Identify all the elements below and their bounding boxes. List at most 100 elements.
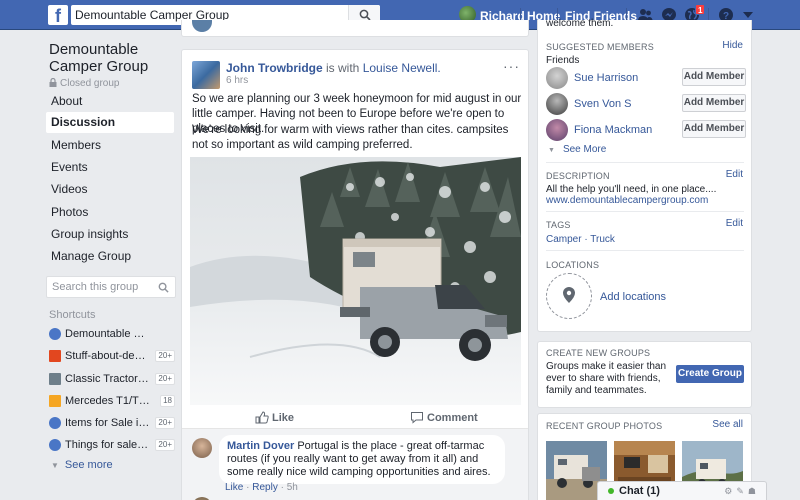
chat-label: Chat (1)	[619, 485, 660, 497]
create-groups-heading: CREATE NEW GROUPS	[546, 348, 651, 358]
people-icon[interactable]: ☗	[748, 486, 760, 496]
group-info-card: welcome them. SUGGESTED MEMBERS Hide Fri…	[537, 18, 752, 332]
map-pin-icon	[563, 287, 575, 303]
compose-icon[interactable]: ✎	[736, 486, 748, 496]
shortcuts-see-more-link[interactable]: ▼ See more	[51, 459, 113, 471]
comment-reply-link[interactable]: Reply	[252, 482, 278, 493]
create-group-card: CREATE NEW GROUPS Groups make it easier …	[537, 341, 752, 408]
unread-count-badge: 20+	[155, 439, 175, 451]
create-groups-text: Groups make it easier than ever to share…	[546, 361, 667, 396]
shortcut-label: Classic Tractors Fa...	[65, 373, 151, 385]
shortcuts-heading: Shortcuts	[49, 309, 96, 321]
feed-post: John Trowbridge is with Louise Newell. 6…	[181, 49, 529, 500]
commenter-avatar[interactable]	[192, 438, 212, 458]
nav-events[interactable]: Events	[46, 157, 174, 178]
shortcut-label: Items for Sale in N...	[65, 417, 151, 429]
trophy-icon	[49, 395, 61, 407]
nav-about[interactable]: About	[46, 91, 174, 112]
shortcut-label: Stuff-about-demo...	[65, 350, 151, 362]
group-tags[interactable]: Camper · Truck	[546, 234, 615, 245]
member-avatar[interactable]	[546, 93, 568, 115]
shortcut-item[interactable]: Things for sale in ... 20+	[49, 438, 175, 454]
group-website-link[interactable]: www.demountablecampergroup.com	[546, 195, 708, 206]
avatar	[192, 20, 212, 32]
chevron-down-icon: ▼	[548, 147, 555, 154]
facebook-logo[interactable]: f	[48, 5, 68, 25]
divider	[546, 162, 744, 163]
group-privacy-label: Closed group	[60, 78, 120, 89]
group-title[interactable]: Demountable Camper Group	[49, 41, 174, 75]
member-name-link[interactable]: Sue Harrison	[574, 72, 638, 84]
unread-count-badge: 18	[160, 395, 175, 407]
divider	[546, 250, 744, 251]
group-search-input[interactable]: Search this group	[46, 276, 176, 298]
description-heading: DESCRIPTION	[546, 171, 610, 181]
commenter-name-link[interactable]: Martin Dover	[227, 440, 294, 452]
nav-members[interactable]: Members	[46, 135, 174, 156]
notifications-count-badge: 1	[695, 4, 706, 15]
locations-heading: LOCATIONS	[546, 260, 600, 270]
suggested-member-row: Sven Von S Add Member	[546, 92, 746, 116]
comment-button[interactable]: Comment	[410, 411, 478, 424]
see-more-members-link[interactable]: ▼ See More	[548, 144, 606, 155]
comment-bubble: Martin Dover Portugal is the place - gre…	[219, 435, 505, 484]
nav-manage-group[interactable]: Manage Group	[46, 246, 174, 267]
group-icon	[49, 439, 61, 451]
friends-label: Friends	[546, 55, 580, 66]
author-avatar[interactable]	[192, 61, 220, 89]
gear-icon[interactable]: ⚙	[724, 486, 736, 496]
nav-photos[interactable]: Photos	[46, 202, 174, 223]
member-name-link[interactable]: Fiona Mackman	[574, 124, 652, 136]
member-avatar[interactable]	[546, 119, 568, 141]
shortcut-item[interactable]: Classic Tractors Fa... 20+	[49, 372, 175, 388]
comment-like-link[interactable]: Like	[225, 482, 243, 493]
lock-icon	[49, 77, 57, 87]
add-location-circle[interactable]	[546, 273, 592, 319]
create-group-button[interactable]: Create Group	[676, 365, 744, 383]
like-button[interactable]: Like	[255, 411, 294, 424]
search-icon	[158, 282, 169, 293]
comment-timestamp[interactable]: 5h	[287, 482, 298, 493]
like-label: Like	[272, 412, 295, 424]
shortcut-item[interactable]: Items for Sale in N... 20+	[49, 416, 175, 432]
group-photo-icon	[49, 373, 61, 385]
see-all-photos-link[interactable]: See all	[712, 419, 743, 430]
chat-bar[interactable]: Chat (1) ⚙✎☗	[597, 481, 767, 500]
add-member-button[interactable]: Add Member	[682, 120, 746, 138]
nav-group-insights[interactable]: Group insights	[46, 224, 174, 245]
post-options-button[interactable]: ···	[503, 58, 520, 74]
separator-dot: ·	[280, 482, 284, 493]
shortcut-item[interactable]: Stuff-about-demo... 20+	[49, 349, 175, 365]
add-member-button[interactable]: Add Member	[682, 68, 746, 86]
group-privacy: Closed group	[49, 77, 120, 89]
unread-count-badge: 20+	[155, 350, 175, 362]
nav-discussion[interactable]: Discussion	[46, 112, 174, 133]
post-photo[interactable]	[190, 157, 521, 405]
member-avatar[interactable]	[546, 67, 568, 89]
tagged-person-link[interactable]: Louise Newell.	[363, 61, 441, 75]
separator-dot: ·	[246, 482, 250, 493]
unread-count-badge: 20+	[155, 417, 175, 429]
with-text: is with	[326, 61, 360, 75]
unread-count-badge: 20+	[155, 373, 175, 385]
recent-photos-heading: RECENT GROUP PHOTOS	[546, 421, 663, 431]
add-locations-link[interactable]: Add locations	[600, 291, 666, 303]
edit-description-link[interactable]: Edit	[726, 169, 743, 180]
chevron-down-icon: ▼	[51, 461, 59, 470]
shortcut-label: Demountable Camper ...	[65, 328, 151, 340]
thumbs-up-icon	[255, 411, 269, 424]
member-name-link[interactable]: Sven Von S	[574, 98, 632, 110]
shortcut-item[interactable]: Mercedes T1/T2 Ap... 18	[49, 394, 175, 410]
comment-icon	[411, 412, 423, 424]
group-icon	[49, 417, 61, 429]
edit-tags-link[interactable]: Edit	[726, 218, 743, 229]
shortcut-label: Things for sale in ...	[65, 439, 151, 451]
shortcut-item[interactable]: Demountable Camper ...	[49, 327, 175, 343]
previous-post-footer	[181, 20, 529, 37]
hide-suggestions-link[interactable]: Hide	[722, 40, 743, 51]
author-link[interactable]: John Trowbridge	[226, 61, 323, 75]
post-timestamp[interactable]: 6 hrs	[226, 75, 248, 86]
nav-videos[interactable]: Videos	[46, 179, 174, 200]
add-member-button[interactable]: Add Member	[682, 94, 746, 112]
snowy-camper-photo	[190, 157, 521, 405]
